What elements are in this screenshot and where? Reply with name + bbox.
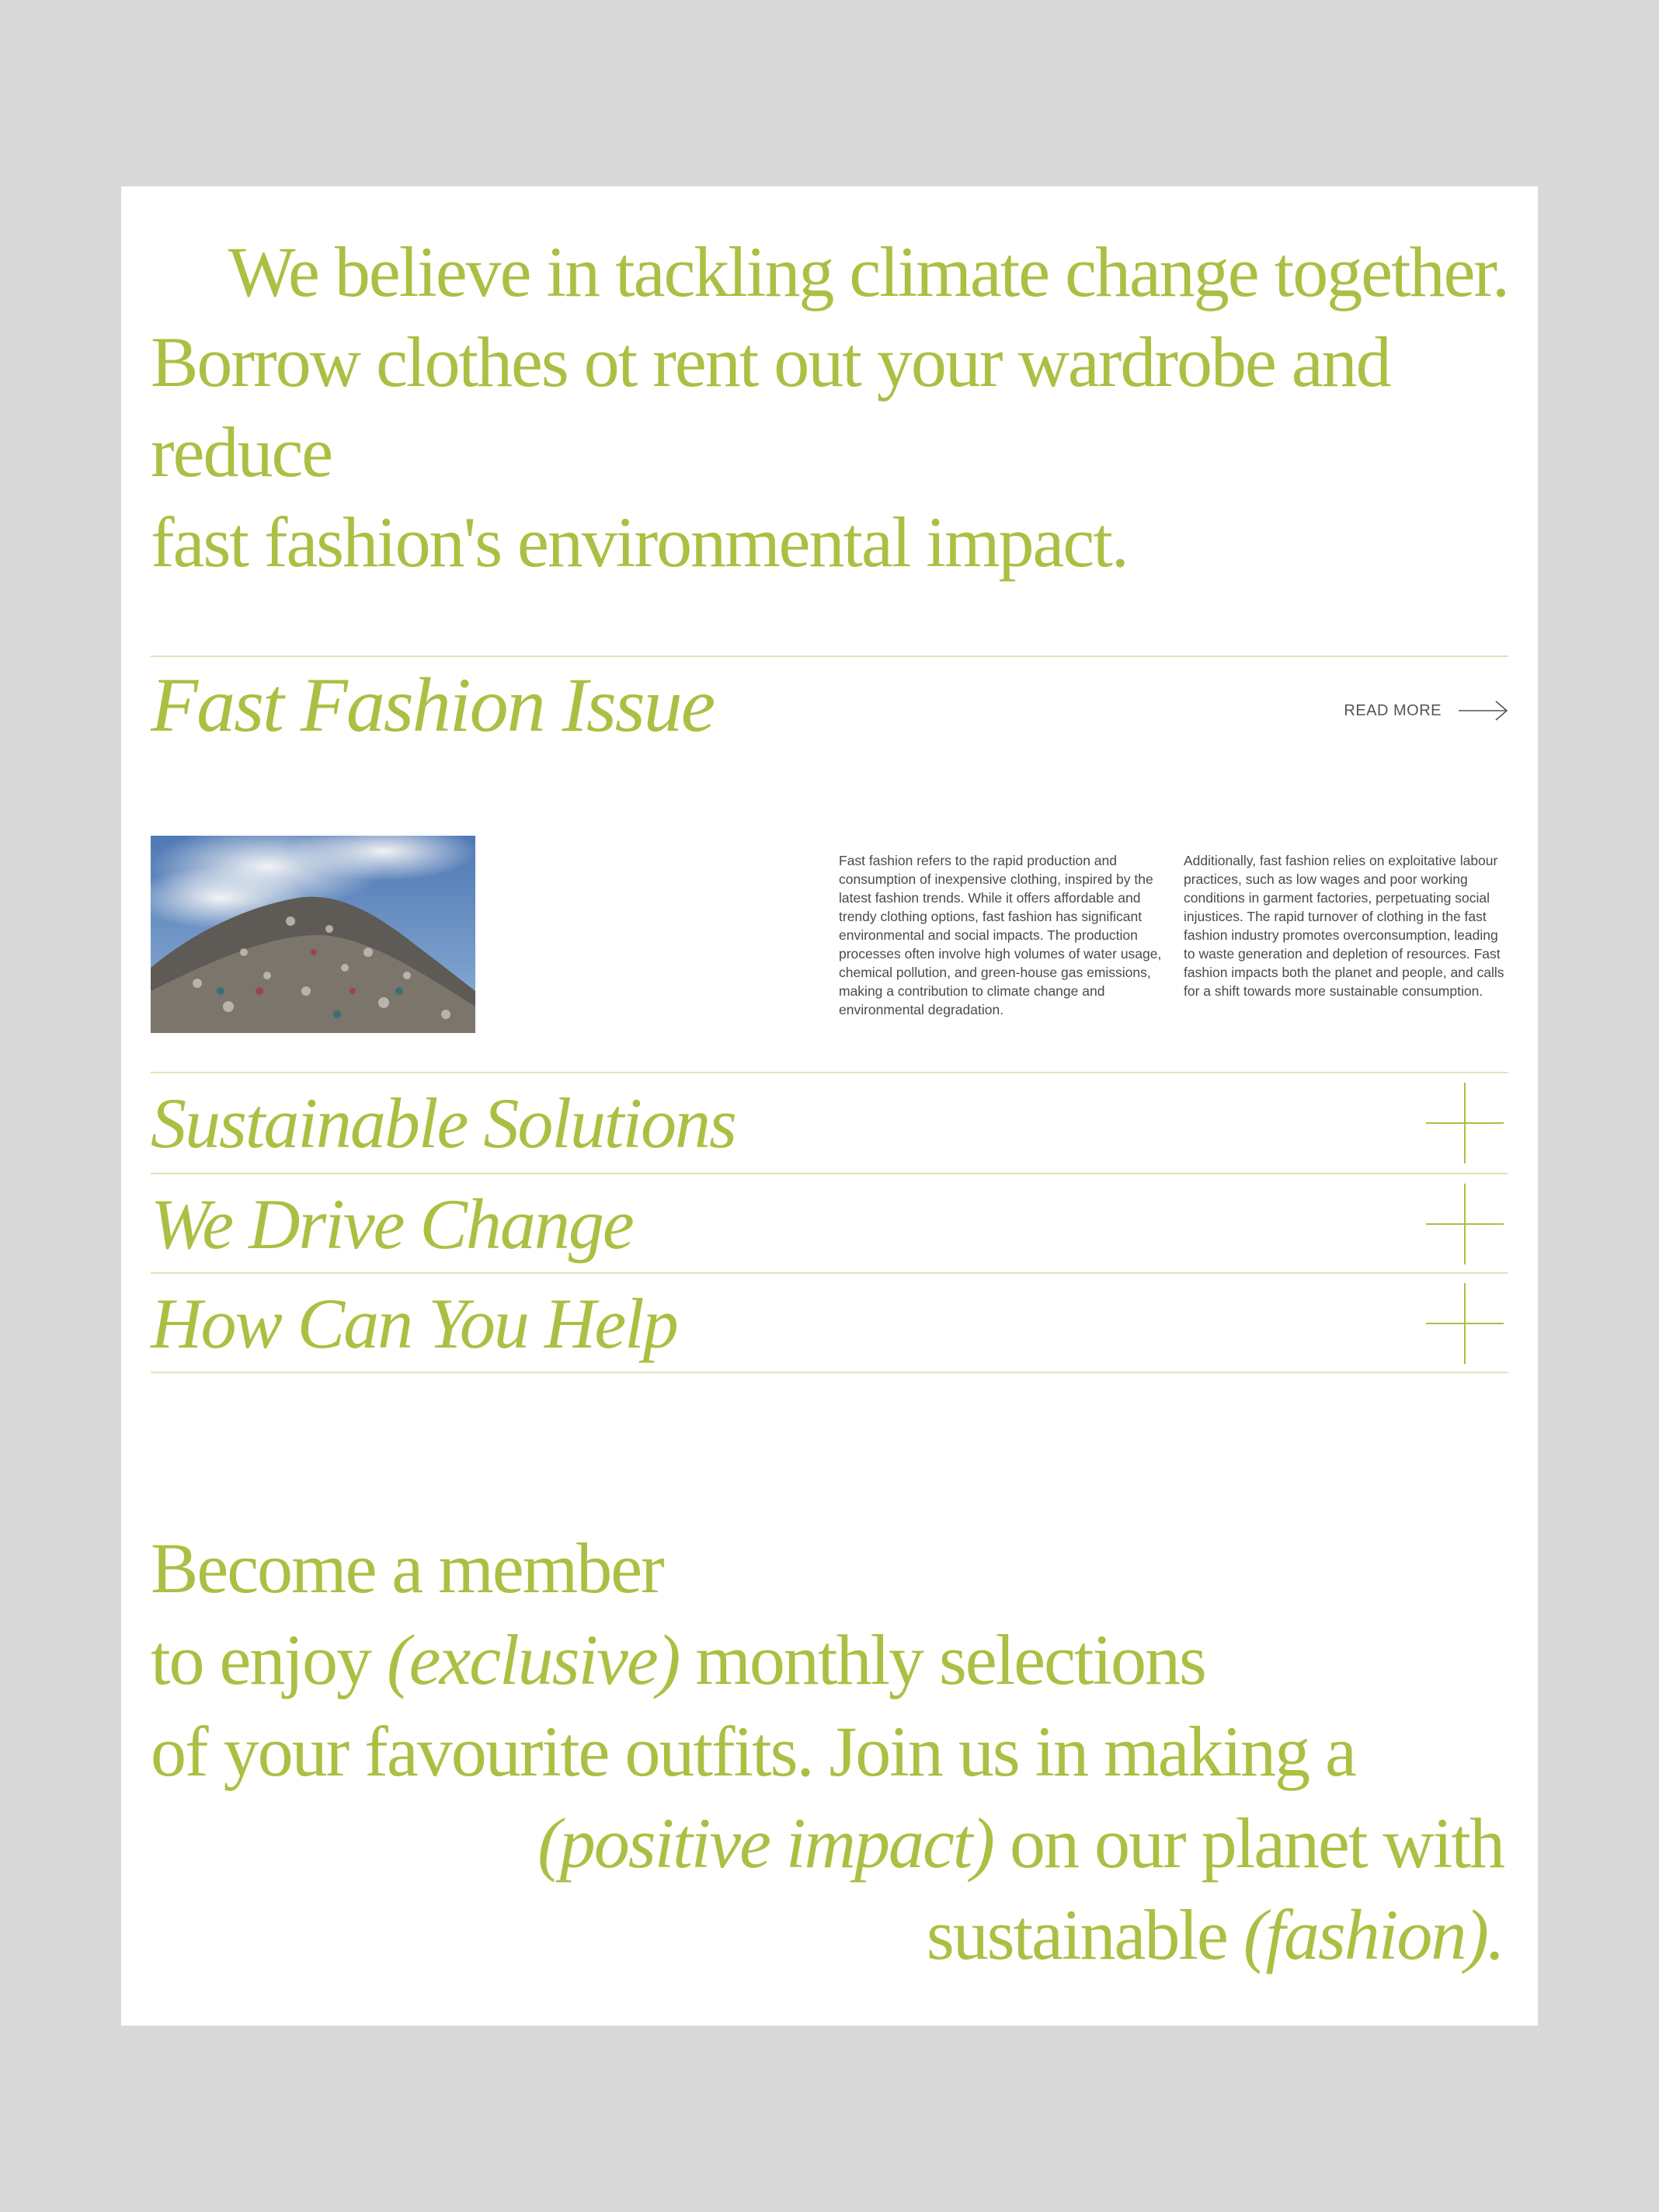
accordion-title: How Can You Help xyxy=(151,1284,679,1363)
intro-line-2: Borrow clothes ot rent out your wardrobe… xyxy=(151,322,1392,492)
member-text: to enjoy xyxy=(151,1620,387,1699)
fast-fashion-paragraph-1: Fast fashion refers to the rapid product… xyxy=(839,853,1162,1017)
member-text: on our planet with xyxy=(993,1803,1505,1883)
accordion-title: We Drive Change xyxy=(151,1184,635,1264)
accordion-title: Sustainable Solutions xyxy=(151,1083,737,1163)
intro-line-1: We believe in tackling climate change to… xyxy=(228,232,1510,311)
accordion-item-how-can-you-help[interactable]: How Can You Help xyxy=(151,1274,1508,1373)
intro-line-3: fast fashion's environmental impact. xyxy=(151,503,1129,582)
accordion-item-sustainable-solutions[interactable]: Sustainable Solutions xyxy=(151,1073,1508,1173)
membership-statement: Become a member to enjoy (exclusive) mon… xyxy=(151,1522,1511,1981)
intro-statement: We believe in tackling climate change to… xyxy=(151,227,1518,587)
accordion-item-we-drive-change[interactable]: We Drive Change xyxy=(151,1174,1508,1274)
member-text: sustainable xyxy=(927,1895,1243,1974)
member-text: monthly selections xyxy=(679,1620,1206,1699)
member-emphasis: (positive impact) xyxy=(537,1803,995,1883)
member-emphasis: (fashion). xyxy=(1243,1895,1505,1974)
plus-icon[interactable] xyxy=(1426,1184,1504,1264)
arrow-right-icon xyxy=(1459,701,1508,721)
member-line-2: to enjoy (exclusive) monthly selections xyxy=(151,1614,1511,1706)
read-more-label: READ MORE xyxy=(1344,701,1442,719)
member-line-5: sustainable (fashion). xyxy=(151,1889,1511,1981)
member-emphasis: (exclusive) xyxy=(386,1620,680,1699)
section-title-fast-fashion: Fast Fashion Issue xyxy=(151,662,715,748)
clothing-waste-photo xyxy=(151,836,475,1033)
read-more-link[interactable]: READ MORE xyxy=(1344,699,1508,722)
plus-icon[interactable] xyxy=(1426,1283,1504,1364)
divider xyxy=(151,656,1508,657)
member-line-4: (positive impact) on our planet with xyxy=(151,1797,1511,1889)
fast-fashion-paragraph-2: Additionally, fast fashion relies on exp… xyxy=(1184,853,1504,999)
divider xyxy=(151,1372,1508,1373)
plus-icon[interactable] xyxy=(1426,1083,1504,1163)
member-line-1: Become a member xyxy=(151,1529,665,1608)
content-card: We believe in tackling climate change to… xyxy=(121,186,1538,2026)
member-line-3: of your favourite outfits. Join us in ma… xyxy=(151,1712,1357,1791)
